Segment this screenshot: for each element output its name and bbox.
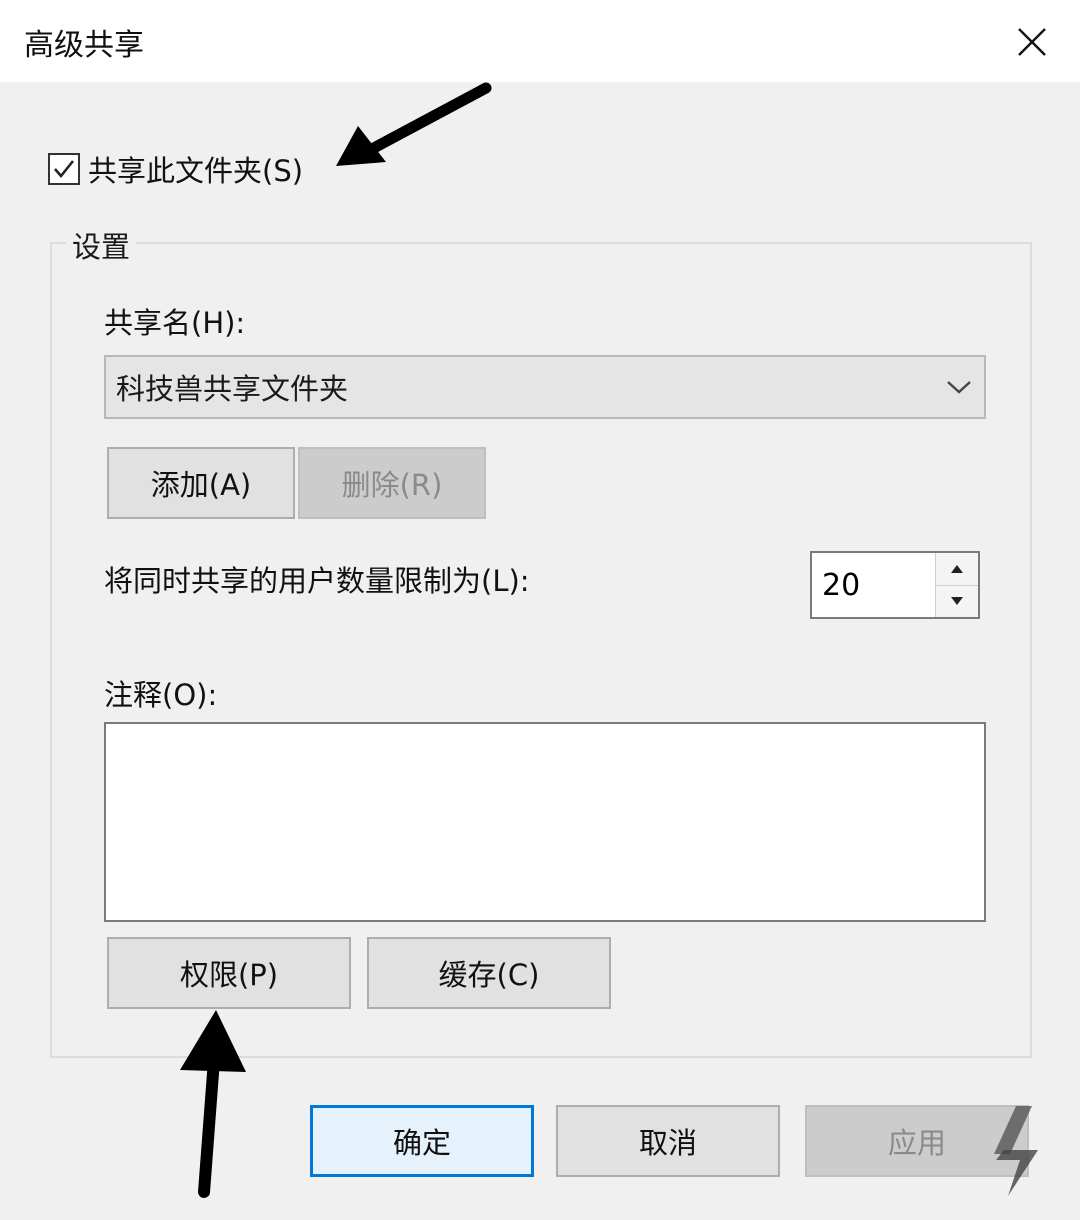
- ok-button[interactable]: 确定: [310, 1105, 534, 1177]
- add-button[interactable]: 添加(A): [107, 447, 295, 519]
- permissions-button[interactable]: 权限(P): [107, 937, 351, 1009]
- arrow-annotation-bottom: [180, 1010, 246, 1198]
- user-limit-label: 将同时共享的用户数量限制为(L):: [104, 564, 530, 598]
- spinner-buttons: [935, 553, 978, 617]
- arrow-annotation-top: [336, 82, 492, 166]
- watermark-logo-icon: [994, 1106, 1038, 1196]
- settings-group-label: 设置: [66, 224, 137, 266]
- triangle-up-icon: [951, 564, 963, 573]
- user-limit-spinner: [810, 551, 980, 619]
- chevron-down-icon: [934, 357, 984, 417]
- remove-button[interactable]: 删除(R): [298, 447, 486, 519]
- window-title: 高级共享: [24, 28, 144, 63]
- user-limit-input[interactable]: [812, 553, 935, 617]
- cache-button[interactable]: 缓存(C): [367, 937, 611, 1009]
- close-button[interactable]: [1002, 14, 1062, 70]
- advanced-sharing-dialog: 高级共享 共享此文件夹(S) 设置 共享名(H): 科技兽共享文件夹 添加(A)…: [0, 0, 1080, 1220]
- share-name-label: 共享名(H):: [104, 306, 246, 340]
- share-name-dropdown[interactable]: 科技兽共享文件夹: [104, 355, 986, 419]
- share-folder-checkbox-row[interactable]: 共享此文件夹(S): [48, 148, 303, 190]
- checkmark-icon: [54, 160, 75, 179]
- share-name-value: 科技兽共享文件夹: [116, 372, 349, 406]
- share-folder-label: 共享此文件夹(S): [88, 154, 304, 188]
- close-icon: [1018, 28, 1046, 56]
- spin-up-button[interactable]: [936, 553, 978, 585]
- title-bar: 高级共享: [0, 0, 1080, 82]
- triangle-down-icon: [951, 597, 963, 606]
- share-folder-checkbox[interactable]: [48, 153, 80, 185]
- comment-input[interactable]: [104, 722, 986, 922]
- spin-down-button[interactable]: [936, 584, 978, 617]
- cancel-button[interactable]: 取消: [556, 1105, 780, 1177]
- comment-label: 注释(O):: [104, 678, 218, 712]
